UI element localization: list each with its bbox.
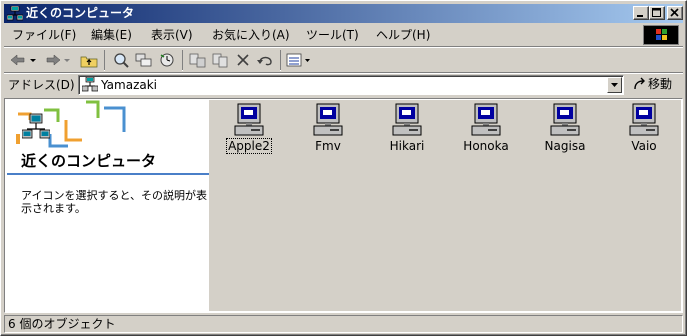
network-neighborhood-large-icon	[21, 113, 51, 144]
computer-icon	[629, 103, 659, 136]
address-input[interactable]: Yamazaki	[78, 75, 624, 95]
move-to-button[interactable]	[187, 50, 209, 70]
status-panel: 6 個のオブジェクト	[4, 315, 683, 333]
computer-item-vaio[interactable]: Vaio	[614, 103, 674, 153]
close-icon	[670, 8, 679, 17]
menu-help[interactable]: ヘルプ(H)	[376, 27, 430, 43]
computer-name: Fmv	[315, 139, 341, 153]
network-computer-small-icon	[81, 76, 99, 96]
toolbar-divider	[104, 50, 105, 70]
menu-tools[interactable]: ツール(T)	[306, 27, 359, 43]
web-view-pane: 近くのコンピュータ アイコンを選択すると、その説明が表示されます。	[6, 100, 209, 311]
delete-button[interactable]	[233, 50, 253, 70]
go-label: 移動	[648, 77, 673, 91]
computer-name: Vaio	[631, 139, 657, 153]
explorer-window: 近くのコンピュータ ファイル(F) 編集(E) 表示(V) お気に入り(A) ツ…	[0, 0, 687, 336]
history-icon	[160, 53, 174, 67]
delete-icon	[237, 54, 249, 66]
title-bar[interactable]: 近くのコンピュータ	[4, 4, 683, 23]
minimize-button[interactable]	[633, 6, 649, 20]
folders-icon	[135, 53, 152, 67]
copy-to-button[interactable]	[210, 50, 232, 70]
computer-item-nagisa[interactable]: Nagisa	[535, 103, 595, 153]
folder-content: 近くのコンピュータ アイコンを選択すると、その説明が表示されます。 Apple2	[4, 98, 683, 313]
address-bar: アドレス(D) Yamazaki 移動	[4, 74, 683, 96]
toolbar-separator	[4, 72, 683, 73]
computer-name: Honoka	[463, 139, 509, 153]
toolbar-divider	[280, 50, 281, 70]
computer-icon	[392, 103, 422, 136]
computer-item-honoka[interactable]: Honoka	[456, 103, 516, 153]
search-icon	[114, 53, 129, 68]
views-icon	[286, 53, 310, 67]
forward-icon	[46, 54, 70, 66]
menu-bar: ファイル(F) 編集(E) 表示(V) お気に入り(A) ツール(T) ヘルプ(…	[4, 24, 683, 46]
computer-item-apple2[interactable]: Apple2	[219, 103, 279, 154]
computer-icon	[234, 103, 264, 136]
back-icon	[10, 54, 36, 66]
menu-separator	[4, 46, 683, 47]
computer-icon	[471, 103, 501, 136]
computer-name: Apple2	[226, 138, 272, 154]
computer-item-hikari[interactable]: Hikari	[377, 103, 437, 153]
up-folder-icon	[80, 56, 98, 68]
undo-button[interactable]	[254, 50, 276, 70]
copy-to-icon	[212, 53, 228, 68]
network-neighborhood-icon	[6, 5, 24, 21]
chevron-down-icon	[611, 83, 618, 87]
menu-favorites[interactable]: お気に入り(A)	[212, 27, 290, 43]
address-label: アドレス(D)	[8, 78, 75, 92]
computer-icon	[313, 103, 343, 136]
go-arrow-icon	[634, 77, 645, 90]
up-folder-button[interactable]	[78, 50, 100, 70]
toolbar	[4, 48, 683, 72]
go-button[interactable]: 移動	[632, 76, 672, 94]
computer-item-fmv[interactable]: Fmv	[298, 103, 358, 153]
computer-name: Nagisa	[544, 139, 586, 153]
menu-file[interactable]: ファイル(F)	[12, 27, 76, 43]
views-button[interactable]	[285, 50, 315, 70]
history-button[interactable]	[156, 50, 178, 70]
menu-view[interactable]: 表示(V)	[151, 27, 193, 43]
maximize-icon	[652, 8, 661, 17]
address-value: Yamazaki	[101, 78, 158, 92]
minimize-icon	[637, 15, 643, 17]
back-button[interactable]	[8, 50, 38, 70]
pane-description: アイコンを選択すると、その説明が表示されます。	[21, 189, 208, 215]
address-dropdown-button[interactable]	[607, 77, 622, 93]
pane-title-underline	[7, 173, 209, 175]
toolbar-divider	[182, 50, 183, 70]
forward-button[interactable]	[42, 50, 74, 70]
windows-logo-icon	[643, 25, 679, 45]
maximize-button[interactable]	[649, 6, 665, 20]
computer-name: Hikari	[389, 139, 425, 153]
move-to-icon	[189, 53, 206, 68]
window-title: 近くのコンピュータ	[26, 6, 135, 20]
status-bar: 6 個のオブジェクト	[4, 314, 683, 333]
computer-icon	[550, 103, 580, 136]
undo-icon	[257, 56, 272, 66]
close-button[interactable]	[667, 6, 683, 20]
search-button[interactable]	[110, 50, 132, 70]
menu-edit[interactable]: 編集(E)	[91, 27, 132, 43]
pane-title: 近くのコンピュータ	[21, 152, 157, 170]
icon-view[interactable]: Apple2 Fmv Hikari Honoka Nagisa Vaio	[209, 100, 681, 311]
status-text: 6 個のオブジェクト	[8, 317, 116, 331]
folders-button[interactable]	[133, 50, 155, 70]
